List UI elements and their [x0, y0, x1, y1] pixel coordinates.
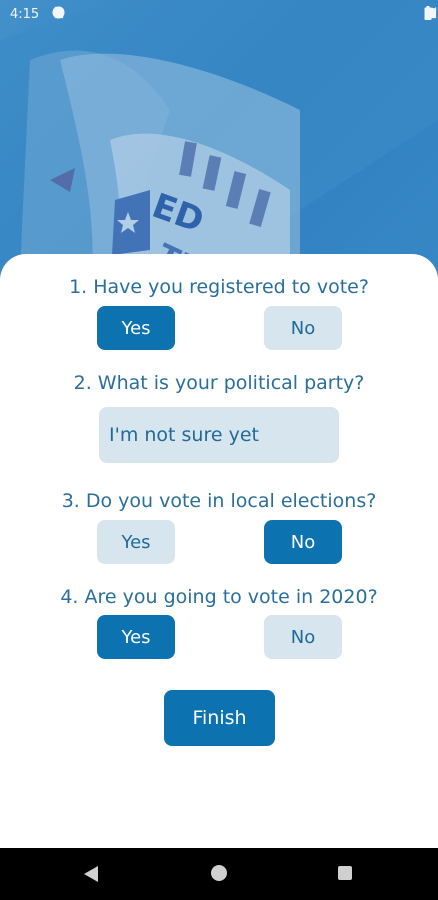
finish-button[interactable]: Finish — [164, 690, 275, 746]
political-party-field[interactable]: I'm not sure yet — [99, 407, 339, 463]
navigation-bar — [0, 848, 438, 900]
question-2-label: 2. What is your political party? — [73, 372, 365, 394]
q3-yes-button[interactable]: Yes — [97, 520, 175, 564]
status-time: 4:15 — [10, 7, 40, 22]
back-icon[interactable] — [83, 865, 99, 883]
recents-icon[interactable] — [338, 866, 352, 880]
survey-card — [0, 254, 438, 848]
q3-no-button[interactable]: No — [264, 520, 342, 564]
status-bar: 4:15 — [0, 0, 438, 30]
q4-yes-button[interactable]: Yes — [97, 615, 175, 659]
political-party-value: I'm not sure yet — [109, 424, 259, 446]
q4-no-button[interactable]: No — [264, 615, 342, 659]
home-icon[interactable] — [211, 865, 227, 881]
sd-card-icon — [54, 6, 64, 19]
question-3-label: 3. Do you vote in local elections? — [61, 490, 377, 512]
battery-icon — [424, 6, 432, 20]
q1-no-button[interactable]: No — [264, 306, 342, 350]
question-1-label: 1. Have you registered to vote? — [69, 276, 369, 298]
question-4-label: 4. Are you going to vote in 2020? — [60, 586, 378, 608]
q1-yes-button[interactable]: Yes — [97, 306, 175, 350]
